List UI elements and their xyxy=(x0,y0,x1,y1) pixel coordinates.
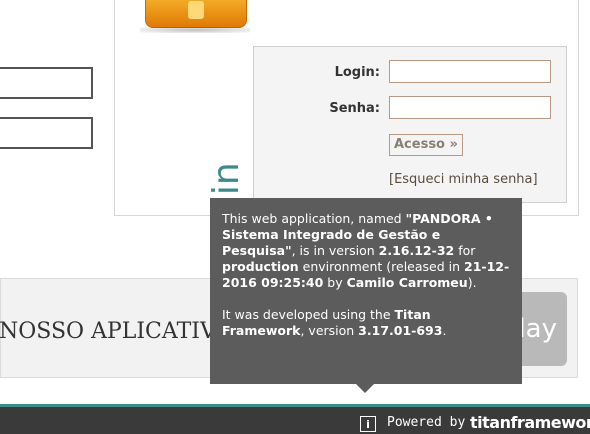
framework-version: 3.17.01-693 xyxy=(358,323,443,338)
forgot-password-link[interactable]: [Esqueci minha senha] xyxy=(389,172,538,187)
access-button[interactable]: Acesso » xyxy=(389,134,463,156)
left-text-input[interactable] xyxy=(0,117,93,149)
tooltip-text: , version xyxy=(300,323,359,338)
powered-by-label: Powered by xyxy=(387,415,466,430)
version-tooltip: This web application, named "PANDORA • S… xyxy=(210,198,522,384)
password-input[interactable] xyxy=(389,96,551,119)
tooltip-text: . xyxy=(442,323,447,338)
tooltip-text: for xyxy=(454,243,476,258)
logo-shadow xyxy=(140,27,250,33)
tooltip-text: , is in version xyxy=(291,243,379,258)
titan-framework-logo[interactable]: titanframework xyxy=(470,413,590,432)
left-text-input[interactable] xyxy=(0,67,93,99)
login-label: Login: xyxy=(334,65,380,80)
tooltip-text: This web application, named xyxy=(222,211,406,226)
tooltip-text: by xyxy=(323,275,347,290)
author: Camilo Carromeu xyxy=(346,275,468,290)
app-logo-icon xyxy=(145,0,247,28)
tooltip-paragraph-1: This web application, named "PANDORA • S… xyxy=(222,211,510,291)
password-label: Senha: xyxy=(329,101,380,116)
environment: production xyxy=(222,259,299,274)
tooltip-paragraph-2: It was developed using the Titan Framewo… xyxy=(222,307,510,339)
login-input[interactable] xyxy=(389,60,551,83)
info-icon[interactable]: i xyxy=(360,416,376,432)
promo-text: NOSSO APLICATIVO xyxy=(0,319,234,344)
tooltip-arrow xyxy=(356,384,374,393)
app-version: 2.16.12-32 xyxy=(378,243,455,258)
tooltip-text: environment (released in xyxy=(298,259,464,274)
tooltip-text: ). xyxy=(467,275,477,290)
footer-bar: i Powered by titanframework xyxy=(0,404,590,434)
tooltip-text: It was developed using the xyxy=(222,307,395,322)
login-form: Login: Senha: Acesso » [Esqueci minha se… xyxy=(253,46,567,203)
